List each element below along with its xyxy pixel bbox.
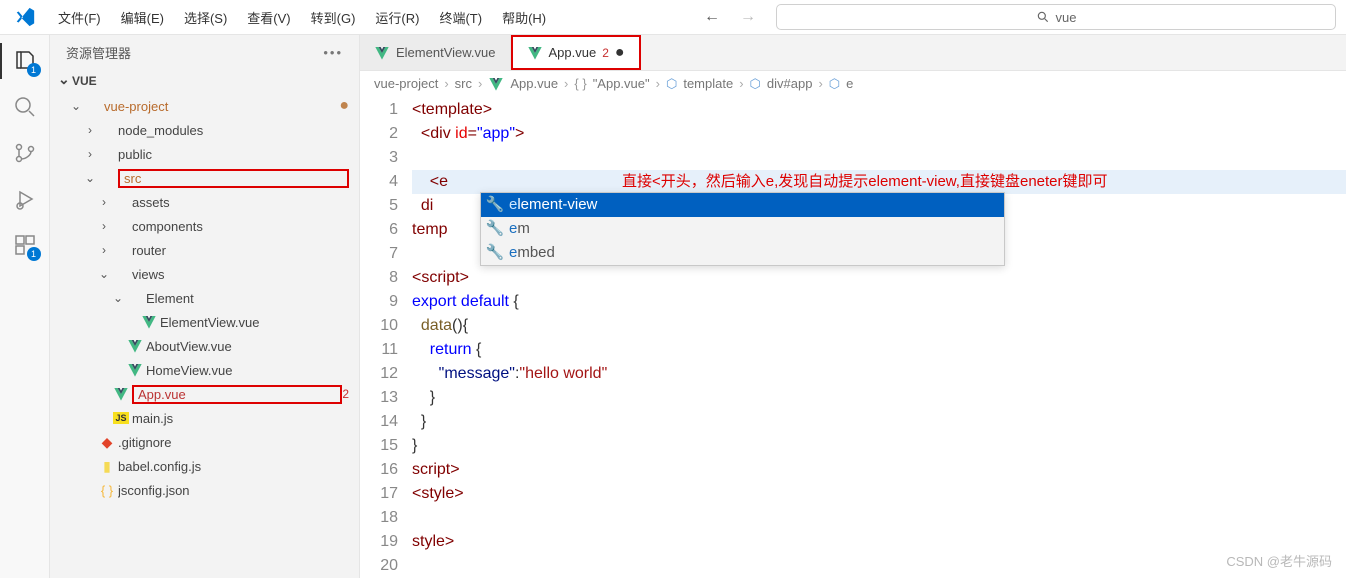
tree-item[interactable]: App.vue2 [50,382,359,406]
vscode-logo [0,6,50,28]
intellisense-popup[interactable]: 🔧element-view🔧em🔧embed [480,192,1005,266]
line-gutter: 1234567891011121314151617181920 [360,96,412,578]
sidebar-header: 资源管理器 ••• [50,35,359,70]
tree-item[interactable]: ›public [50,142,359,166]
menu-terminal[interactable]: 终端(T) [431,4,490,31]
nav-forward-icon[interactable]: → [740,8,756,26]
tree-item[interactable]: { }jsconfig.json [50,478,359,502]
editor-tab[interactable]: ElementView.vue [360,35,511,70]
nav-arrows: ← → [684,8,776,26]
suggest-item[interactable]: 🔧element-view [481,193,1004,217]
breadcrumb-item[interactable]: vue-project [374,76,438,91]
watermark: CSDN @老牛源码 [1226,551,1332,570]
annotation-text: 直接<开头，然后输入e,发现自动提示element-view,直接键盘enete… [622,170,1108,194]
breadcrumb-item[interactable]: "App.vue" [593,76,650,91]
activity-extensions[interactable]: 1 [11,231,39,259]
titlebar: 文件(F) 编辑(E) 选择(S) 查看(V) 转到(G) 运行(R) 终端(T… [0,0,1346,35]
search-icon [1036,10,1050,24]
tree-item[interactable]: ›node_modules [50,118,359,142]
tree-item[interactable]: ⌄views [50,262,359,286]
tree-item[interactable]: ›router [50,238,359,262]
tree-item[interactable]: ›assets [50,190,359,214]
sidebar-more-icon[interactable]: ••• [323,45,343,60]
breadcrumb-item[interactable]: template [683,76,733,91]
tree-item[interactable]: ElementView.vue [50,310,359,334]
command-center[interactable]: vue [776,4,1336,30]
tree-item[interactable]: JSmain.js [50,406,359,430]
menu-edit[interactable]: 编辑(E) [113,4,172,31]
breadcrumb-item[interactable]: e [846,76,853,91]
tree-item[interactable]: ▮babel.config.js [50,454,359,478]
branch-icon [13,141,37,165]
editor-tabs: ElementView.vueApp.vue2● [360,35,1346,71]
tree-item[interactable]: ◆.gitignore [50,430,359,454]
menu-go[interactable]: 转到(G) [303,4,364,31]
file-tree: ⌄vue-project●›node_modules›public⌄src›as… [50,92,359,502]
breadcrumbs[interactable]: vue-project›src›App.vue›{ }"App.vue"›⬡te… [360,71,1346,96]
tree-item[interactable]: AboutView.vue [50,334,359,358]
menu-help[interactable]: 帮助(H) [494,4,554,31]
nav-back-icon[interactable]: ← [704,8,720,26]
menu-bar: 文件(F) 编辑(E) 选择(S) 查看(V) 转到(G) 运行(R) 终端(T… [50,4,554,31]
code-editor[interactable]: 1234567891011121314151617181920 <templat… [360,96,1346,578]
tree-item[interactable]: ⌄Element [50,286,359,310]
tree-item[interactable]: ⌄vue-project● [50,94,359,118]
project-title[interactable]: VUE [50,70,359,92]
tree-item[interactable]: HomeView.vue [50,358,359,382]
code-lines[interactable]: <template>直接<开头，然后输入e,发现自动提示element-view… [412,96,1346,578]
menu-view[interactable]: 查看(V) [239,4,298,31]
menu-file[interactable]: 文件(F) [50,4,109,31]
activity-explorer[interactable]: 1 [11,47,39,75]
editor-tab[interactable]: App.vue2● [511,35,641,70]
sidebar-title: 资源管理器 [66,43,131,62]
tree-item[interactable]: ⌄src [50,166,359,190]
activity-debug[interactable] [11,185,39,213]
activity-scm[interactable] [11,139,39,167]
suggest-item[interactable]: 🔧embed [481,241,1004,265]
activity-bar: 1 1 [0,35,50,578]
suggest-item[interactable]: 🔧em [481,217,1004,241]
breadcrumb-item[interactable]: src [455,76,472,91]
extensions-badge: 1 [27,247,41,261]
editor-area: ElementView.vueApp.vue2● vue-project›src… [360,35,1346,578]
explorer-badge: 1 [27,63,41,77]
activity-search[interactable] [11,93,39,121]
menu-run[interactable]: 运行(R) [367,4,427,31]
search-text: vue [1056,10,1077,25]
breadcrumb-item[interactable]: div#app [767,76,813,91]
breadcrumb-item[interactable]: App.vue [510,76,558,91]
sidebar: 资源管理器 ••• VUE ⌄vue-project●›node_modules… [50,35,360,578]
tree-item[interactable]: ›components [50,214,359,238]
debug-icon [13,187,37,211]
search-icon [13,95,37,119]
menu-select[interactable]: 选择(S) [176,4,235,31]
